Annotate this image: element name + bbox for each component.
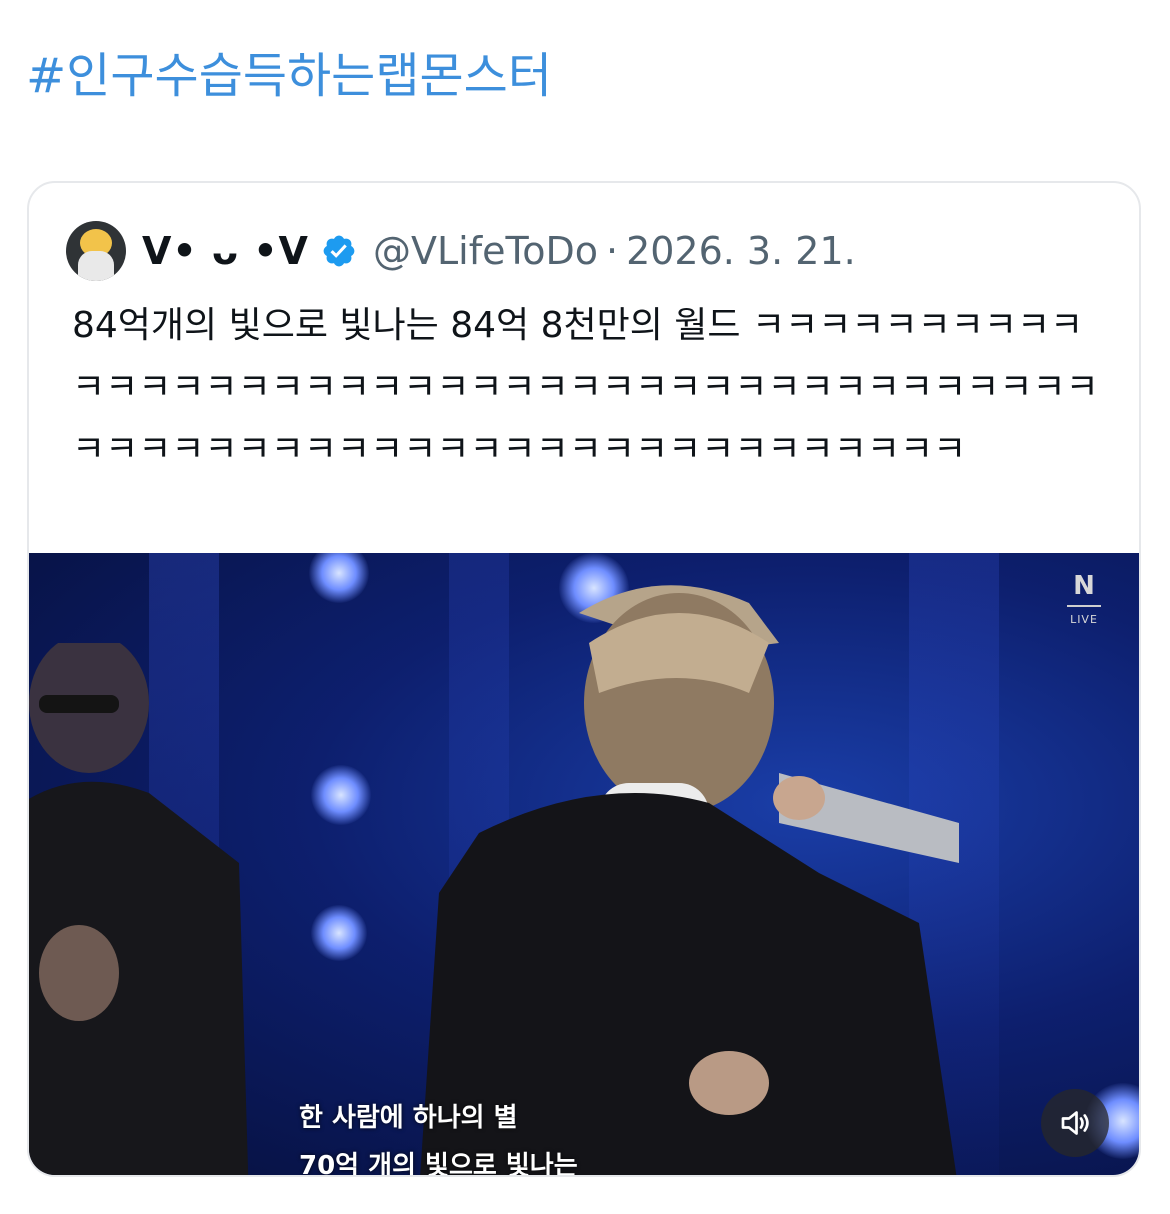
logo-letter: N: [1073, 571, 1095, 601]
netflix-live-logo: N LIVE: [1059, 571, 1109, 626]
tweet-page: #인구수습득하는랩몬스터 V• ᴗ •V @VLifeToDo · 2026. …: [0, 0, 1170, 1214]
stage-light: [309, 553, 369, 603]
stage-light: [311, 765, 371, 825]
quoted-tweet-text: 84억개의 빛으로 빛나는 84억 8천만의 월드 ㅋㅋㅋㅋㅋㅋㅋㅋㅋㅋㅋㅋㅋㅋ…: [72, 305, 1099, 470]
tweet-video[interactable]: N LIVE 한 사람에 하나의 별 70억 개의 빛으로 빛나는: [29, 553, 1139, 1177]
mute-button[interactable]: [1041, 1089, 1109, 1157]
tweet-date[interactable]: 2026. 3. 21.: [626, 229, 856, 273]
background-performer: [29, 643, 249, 1175]
main-performer: [420, 585, 959, 1175]
avatar[interactable]: [66, 221, 126, 281]
quoted-tweet-header: V• ᴗ •V @VLifeToDo · 2026. 3. 21.: [66, 219, 856, 283]
video-subtitle-line-2: 70억 개의 빛으로 빛나는: [299, 1151, 578, 1177]
logo-live-label: LIVE: [1070, 613, 1098, 626]
quoted-tweet-card[interactable]: V• ᴗ •V @VLifeToDo · 2026. 3. 21. 84억개의 …: [27, 181, 1141, 1177]
verified-badge-icon: [323, 235, 355, 267]
display-name[interactable]: V• ᴗ •V: [142, 229, 309, 273]
video-subtitle-line-1: 한 사람에 하나의 별: [299, 1103, 518, 1133]
stage-light: [311, 905, 367, 961]
user-handle[interactable]: @VLifeToDo: [373, 229, 598, 273]
separator-dot: ·: [605, 229, 619, 273]
speaker-muted-icon: [1061, 1111, 1089, 1135]
hashtag-link[interactable]: #인구수습득하는랩몬스터: [26, 44, 552, 108]
